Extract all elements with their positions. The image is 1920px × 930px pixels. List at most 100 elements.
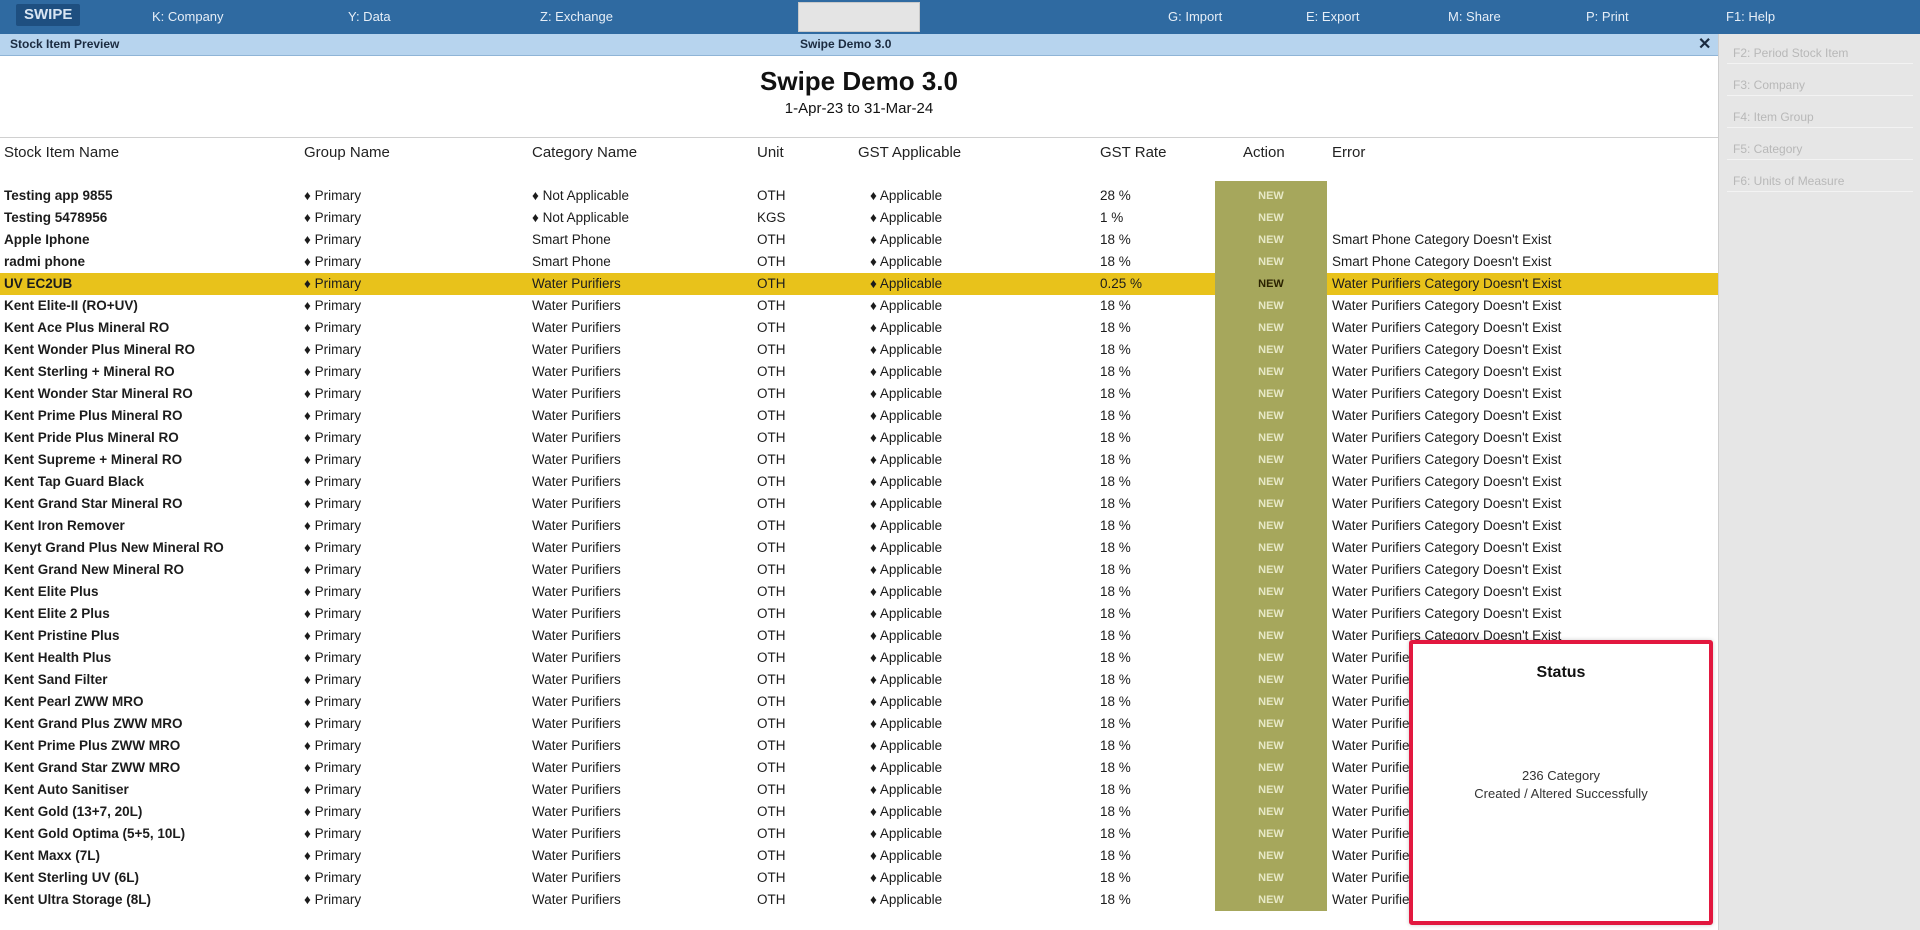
col-header-gst: GST Applicable xyxy=(858,144,962,161)
cell-unit: OTH xyxy=(757,474,786,489)
cell-gst: ♦ Applicable xyxy=(870,254,943,269)
cell-rate: 18 % xyxy=(1100,804,1131,819)
cell-gst: ♦ Applicable xyxy=(870,892,943,907)
cell-unit: OTH xyxy=(757,760,786,775)
command-search-box[interactable] xyxy=(798,2,920,32)
cell-error: Water Purifiers Category Doesn't Exist xyxy=(1332,364,1562,379)
table-row-selected[interactable]: UV EC2UB ♦ Primary Water Purifiers OTH ♦ App… xyxy=(0,273,1718,295)
menu-item-7[interactable]: F1: Help xyxy=(1726,9,1775,24)
report-company-name: Swipe Demo 3.0 xyxy=(760,66,958,96)
table-row[interactable]: Kenyt Grand Plus New Mineral RO ♦ Primary… xyxy=(0,537,1718,559)
cell-action: NEW xyxy=(1215,207,1327,229)
right-panel-button-4[interactable]: F6: Units of Measure xyxy=(1727,170,1913,192)
cell-category: ♦ Not Applicable xyxy=(532,210,629,225)
cell-name: Kent Tap Guard Black xyxy=(4,474,145,489)
cell-group: ♦ Primary xyxy=(304,474,362,489)
cell-name: Testing app 9855 xyxy=(4,188,113,203)
cell-group: ♦ Primary xyxy=(304,518,362,533)
cell-gst: ♦ Applicable xyxy=(870,232,943,247)
right-panel-button-2[interactable]: F4: Item Group xyxy=(1727,106,1913,128)
table-row[interactable]: Kent Elite-II (RO+UV) ♦ Primary Water Puri… xyxy=(0,295,1718,317)
cell-rate: 18 % xyxy=(1100,606,1131,621)
cell-name: Kent Grand Plus ZWW MRO xyxy=(4,716,183,731)
cell-rate: 18 % xyxy=(1100,716,1131,731)
cell-name: Kent Grand Star ZWW MRO xyxy=(4,760,181,775)
table-row[interactable]: Kent Wonder Star Mineral RO ♦ Primary Wate… xyxy=(0,383,1718,405)
cell-gst: ♦ Applicable xyxy=(870,584,943,599)
table-row[interactable]: Kent Elite Plus ♦ Primary Water Purifiers O… xyxy=(0,581,1718,603)
table-row[interactable]: Testing app 9855 ♦ Primary ♦ Not Applicabl… xyxy=(0,185,1718,207)
cell-action: NEW xyxy=(1215,867,1327,889)
table-row[interactable]: Kent Sterling + Mineral RO ♦ Primary Water… xyxy=(0,361,1718,383)
table-row[interactable]: Kent Iron Remover ♦ Primary Water Purifier… xyxy=(0,515,1718,537)
cell-rate: 18 % xyxy=(1100,760,1131,775)
cell-error: Smart Phone Category Doesn't Exist xyxy=(1332,232,1552,247)
right-panel-button-3[interactable]: F5: Category xyxy=(1727,138,1913,160)
cell-action: NEW xyxy=(1215,801,1327,823)
table-row[interactable]: Kent Prime Plus Mineral RO ♦ Primary Water… xyxy=(0,405,1718,427)
menu-item-5[interactable]: M: Share xyxy=(1448,9,1501,24)
cell-name: Kenyt Grand Plus New Mineral RO xyxy=(4,540,224,555)
cell-category: Smart Phone xyxy=(532,232,611,247)
cell-unit: OTH xyxy=(757,518,786,533)
cell-action: NEW xyxy=(1215,603,1327,625)
cell-action: NEW xyxy=(1215,251,1327,273)
cell-name: UV EC2UB xyxy=(4,276,73,291)
cell-group: ♦ Primary xyxy=(304,804,362,819)
cell-group: ♦ Primary xyxy=(304,210,362,225)
cell-error: Water Purifiers Category Doesn't Exist xyxy=(1332,298,1562,313)
menu-item-6[interactable]: P: Print xyxy=(1586,9,1629,24)
cell-unit: OTH xyxy=(757,892,786,907)
cell-category: Water Purifiers xyxy=(532,408,621,423)
top-menu-bar: SWIPE K: Company Y: Data Z: Exchange G: Imp… xyxy=(0,0,1920,34)
cell-name: Kent Ace Plus Mineral RO xyxy=(4,320,170,335)
screen-title: Stock Item Preview xyxy=(10,37,120,51)
cell-rate: 18 % xyxy=(1100,496,1131,511)
menu-item-3[interactable]: G: Import xyxy=(1168,9,1222,24)
table-row[interactable]: Testing 5478956 ♦ Primary ♦ Not Applicable… xyxy=(0,207,1718,229)
cell-name: Kent Health Plus xyxy=(4,650,112,665)
cell-rate: 18 % xyxy=(1100,430,1131,445)
close-icon[interactable]: ✕ xyxy=(1698,34,1711,54)
cell-name: Kent Elite-II (RO+UV) xyxy=(4,298,138,313)
cell-category: Water Purifiers xyxy=(532,518,621,533)
table-row[interactable]: radmi phone ♦ Primary Smart Phone OTH ♦ Appl… xyxy=(0,251,1718,273)
cell-rate: 18 % xyxy=(1100,848,1131,863)
cell-action: NEW xyxy=(1215,383,1327,405)
menu-item-2[interactable]: Z: Exchange xyxy=(540,9,613,24)
cell-error: Water Purifiers Category Doesn't Exist xyxy=(1332,342,1562,357)
table-row[interactable]: Apple Iphone ♦ Primary Smart Phone OTH ♦ App… xyxy=(0,229,1718,251)
table-row[interactable]: Kent Grand New Mineral RO ♦ Primary Water … xyxy=(0,559,1718,581)
cell-gst: ♦ Applicable xyxy=(870,848,943,863)
cell-group: ♦ Primary xyxy=(304,826,362,841)
cell-rate: 18 % xyxy=(1100,518,1131,533)
table-row[interactable]: Kent Supreme + Mineral RO ♦ Primary Water … xyxy=(0,449,1718,471)
right-panel-button-1[interactable]: F3: Company xyxy=(1727,74,1913,96)
cell-gst: ♦ Applicable xyxy=(870,562,943,577)
cell-action: NEW xyxy=(1215,757,1327,779)
table-row[interactable]: Kent Ace Plus Mineral RO ♦ Primary Water P… xyxy=(0,317,1718,339)
cell-error: Water Purifiers Category Doesn't Exist xyxy=(1332,540,1562,555)
table-row[interactable]: Kent Tap Guard Black ♦ Primary Water Purif… xyxy=(0,471,1718,493)
app-logo: SWIPE xyxy=(16,4,81,26)
menu-item-4[interactable]: E: Export xyxy=(1306,9,1359,24)
table-row[interactable]: Kent Pride Plus Mineral RO ♦ Primary Water… xyxy=(0,427,1718,449)
cell-name: Kent Prime Plus Mineral RO xyxy=(4,408,183,423)
cell-group: ♦ Primary xyxy=(304,298,362,313)
cell-category: Water Purifiers xyxy=(532,672,621,687)
cell-category: Water Purifiers xyxy=(532,782,621,797)
right-panel-button-0[interactable]: F2: Period Stock Item xyxy=(1727,42,1913,64)
menu-item-1[interactable]: Y: Data xyxy=(348,9,391,24)
cell-group: ♦ Primary xyxy=(304,628,362,643)
table-row[interactable]: Kent Grand Star Mineral RO ♦ Primary Water… xyxy=(0,493,1718,515)
table-row[interactable]: Kent Wonder Plus Mineral RO ♦ Primary Wate… xyxy=(0,339,1718,361)
cell-category: Water Purifiers xyxy=(532,694,621,709)
table-row[interactable]: Kent Elite 2 Plus ♦ Primary Water Purifier… xyxy=(0,603,1718,625)
cell-category: Water Purifiers xyxy=(532,738,621,753)
cell-action: NEW xyxy=(1215,273,1327,295)
menu-item-0[interactable]: K: Company xyxy=(152,9,224,24)
cell-rate: 18 % xyxy=(1100,628,1131,643)
cell-gst: ♦ Applicable xyxy=(870,540,943,555)
cell-action: NEW xyxy=(1215,889,1327,911)
cell-name: Kent Ultra Storage (8L) xyxy=(4,892,152,907)
